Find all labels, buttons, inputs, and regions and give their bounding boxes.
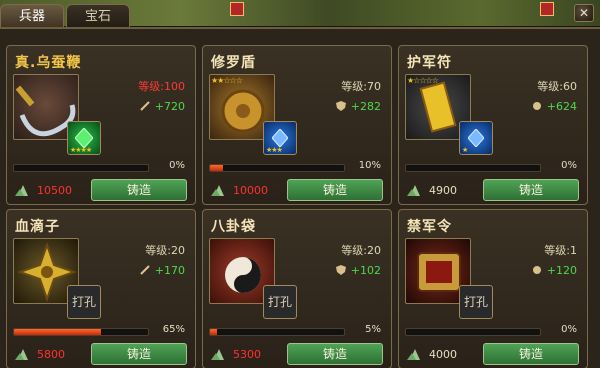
flag-icon bbox=[540, 2, 554, 16]
stat-bonus: +120 bbox=[532, 264, 577, 277]
progress-percent: 0% bbox=[561, 324, 577, 335]
shield-icon bbox=[335, 101, 346, 111]
hp-icon bbox=[532, 101, 542, 111]
hp-icon bbox=[532, 265, 542, 275]
sword-icon bbox=[140, 265, 150, 275]
forge-button[interactable]: 铸造 bbox=[483, 343, 579, 365]
punch-hole-button[interactable]: 打孔 bbox=[263, 285, 297, 319]
cost: 4000 bbox=[407, 347, 457, 361]
progress-percent: 0% bbox=[169, 160, 185, 171]
item-name: 修罗盾 bbox=[211, 55, 256, 71]
stat-bonus: +282 bbox=[335, 100, 381, 113]
forge-button[interactable]: 铸造 bbox=[287, 343, 383, 365]
equipment-card: 护军符 ★☆☆☆☆ ★ 等级:60 +624 0% 4900 铸造 bbox=[398, 45, 588, 205]
equipment-card: 血滴子 打孔 等级:20 +170 65% 5800 铸造 bbox=[6, 209, 196, 368]
progress-bar bbox=[405, 164, 541, 172]
progress-bar bbox=[209, 164, 345, 172]
jade-icon bbox=[407, 349, 420, 360]
punch-hole-button[interactable]: 打孔 bbox=[459, 285, 493, 319]
equipment-grid: 真.乌蚕鞭 ★★★★ 等级:100 +720 0% 10500 铸造 修罗盾 ★… bbox=[6, 45, 596, 368]
item-level: 等级:20 bbox=[341, 244, 381, 257]
item-name: 真.乌蚕鞭 bbox=[15, 55, 82, 71]
tab-bar: 兵器 宝石 bbox=[0, 4, 132, 28]
item-stars: ★☆☆☆☆ bbox=[407, 76, 439, 85]
progress-bar bbox=[13, 328, 149, 336]
forge-button[interactable]: 铸造 bbox=[91, 179, 187, 201]
forge-button[interactable]: 铸造 bbox=[483, 179, 579, 201]
equipment-card: 修罗盾 ★★☆☆☆ ★★★ 等级:70 +282 10% 10000 铸造 bbox=[202, 45, 392, 205]
tab-gems[interactable]: 宝石 bbox=[66, 4, 131, 28]
jade-icon bbox=[211, 185, 224, 196]
shield-icon bbox=[335, 265, 346, 275]
progress-percent: 5% bbox=[365, 324, 381, 335]
jade-icon bbox=[15, 349, 28, 360]
item-level: 等级:60 bbox=[537, 80, 577, 93]
jade-icon bbox=[211, 349, 224, 360]
cost: 5300 bbox=[211, 347, 261, 361]
tab-weapons[interactable]: 兵器 bbox=[0, 4, 65, 28]
forge-button[interactable]: 铸造 bbox=[287, 179, 383, 201]
equipment-panel: 真.乌蚕鞭 ★★★★ 等级:100 +720 0% 10500 铸造 修罗盾 ★… bbox=[0, 27, 600, 368]
item-level: 等级:100 bbox=[138, 80, 185, 93]
progress-percent: 10% bbox=[358, 160, 381, 171]
item-level: 等级:70 bbox=[341, 80, 381, 93]
cost: 10000 bbox=[211, 183, 268, 197]
item-name: 血滴子 bbox=[15, 219, 60, 235]
equipment-card: 真.乌蚕鞭 ★★★★ 等级:100 +720 0% 10500 铸造 bbox=[6, 45, 196, 205]
progress-bar bbox=[13, 164, 149, 172]
item-level: 等级:20 bbox=[145, 244, 185, 257]
item-stars: ★★☆☆☆ bbox=[211, 76, 243, 85]
item-name: 八卦袋 bbox=[211, 219, 256, 235]
forge-button[interactable]: 铸造 bbox=[91, 343, 187, 365]
blue-gem-icon[interactable]: ★★★ bbox=[263, 121, 297, 155]
progress-percent: 0% bbox=[561, 160, 577, 171]
equipment-card: 禁军令 打孔 等级:1 +120 0% 4000 铸造 bbox=[398, 209, 588, 368]
green-gem-icon[interactable]: ★★★★ bbox=[67, 121, 101, 155]
item-name: 禁军令 bbox=[407, 219, 452, 235]
item-level: 等级:1 bbox=[544, 244, 577, 257]
stat-bonus: +720 bbox=[140, 100, 185, 113]
stat-bonus: +170 bbox=[140, 264, 185, 277]
cost: 10500 bbox=[15, 183, 72, 197]
sword-icon bbox=[140, 101, 150, 111]
progress-bar bbox=[405, 328, 541, 336]
close-icon[interactable]: ✕ bbox=[574, 4, 594, 22]
stat-bonus: +624 bbox=[532, 100, 577, 113]
cost: 5800 bbox=[15, 347, 65, 361]
cost: 4900 bbox=[407, 183, 457, 197]
progress-percent: 65% bbox=[162, 324, 185, 335]
stat-bonus: +102 bbox=[335, 264, 381, 277]
blue-gem-icon[interactable]: ★ bbox=[459, 121, 493, 155]
jade-icon bbox=[407, 185, 420, 196]
flag-icon bbox=[230, 2, 244, 16]
equipment-card: 八卦袋 打孔 等级:20 +102 5% 5300 铸造 bbox=[202, 209, 392, 368]
punch-hole-button[interactable]: 打孔 bbox=[67, 285, 101, 319]
item-name: 护军符 bbox=[407, 55, 452, 71]
jade-icon bbox=[15, 185, 28, 196]
progress-bar bbox=[209, 328, 345, 336]
